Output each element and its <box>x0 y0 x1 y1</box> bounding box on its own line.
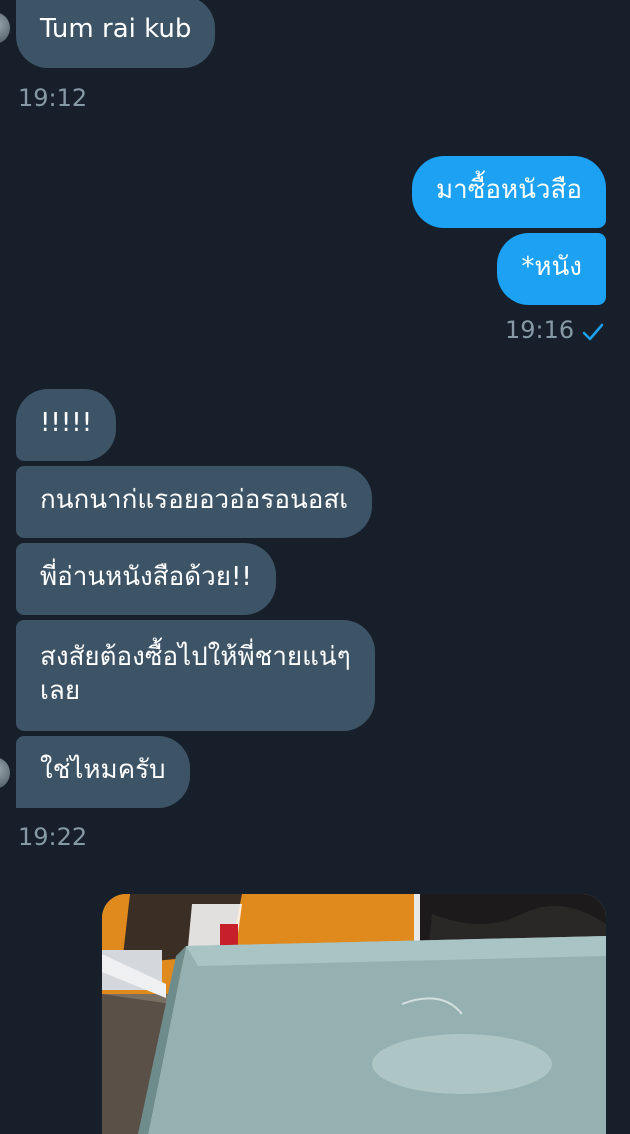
message-text: พี่อ่านหนังสือด้วย!! <box>40 562 252 592</box>
message-text: !!!!! <box>40 408 93 438</box>
message-bubble-incoming[interactable]: สงสัยต้องซื้อไปให้พี่ชายแน่ๆ เลย <box>16 620 375 731</box>
photo-image <box>102 894 606 1134</box>
message-bubble-incoming[interactable]: ใช่ไหมครับ <box>16 736 190 808</box>
message-bubble-incoming[interactable]: !!!!! <box>16 389 117 461</box>
message-bubble-incoming[interactable]: Tum rai kub <box>16 0 216 68</box>
message-timestamp: 19:12 <box>18 84 88 112</box>
message-text: กนกนาก่แรอยอวอ่อรอนอสเ <box>40 485 349 515</box>
message-text-line: สงสัยต้องซื้อไปให้พี่ชายแน่ๆ <box>40 642 351 672</box>
message-text: Tum rai kub <box>40 14 192 44</box>
message-bubble-outgoing[interactable]: มาซื้อหนัวสือ <box>412 156 606 228</box>
message-text: ใช่ไหมครับ <box>40 755 166 785</box>
sender-avatar[interactable] <box>0 757 10 789</box>
check-icon <box>582 323 604 341</box>
message-text: มาซื้อหนัวสือ <box>436 175 582 205</box>
message-bubble-incoming[interactable]: กนกนาก่แรอยอวอ่อรอนอสเ <box>16 466 373 538</box>
message-timestamp: 19:22 <box>18 823 88 851</box>
message-text-line: เลย <box>40 676 81 706</box>
photo-attachment[interactable] <box>102 894 606 1134</box>
sender-avatar[interactable] <box>0 12 10 44</box>
message-bubble-outgoing[interactable]: *หนัง <box>497 233 606 305</box>
message-timestamp: 19:16 <box>505 316 575 344</box>
message-text: *หนัง <box>521 252 582 282</box>
message-bubble-incoming[interactable]: พี่อ่านหนังสือด้วย!! <box>16 543 276 615</box>
